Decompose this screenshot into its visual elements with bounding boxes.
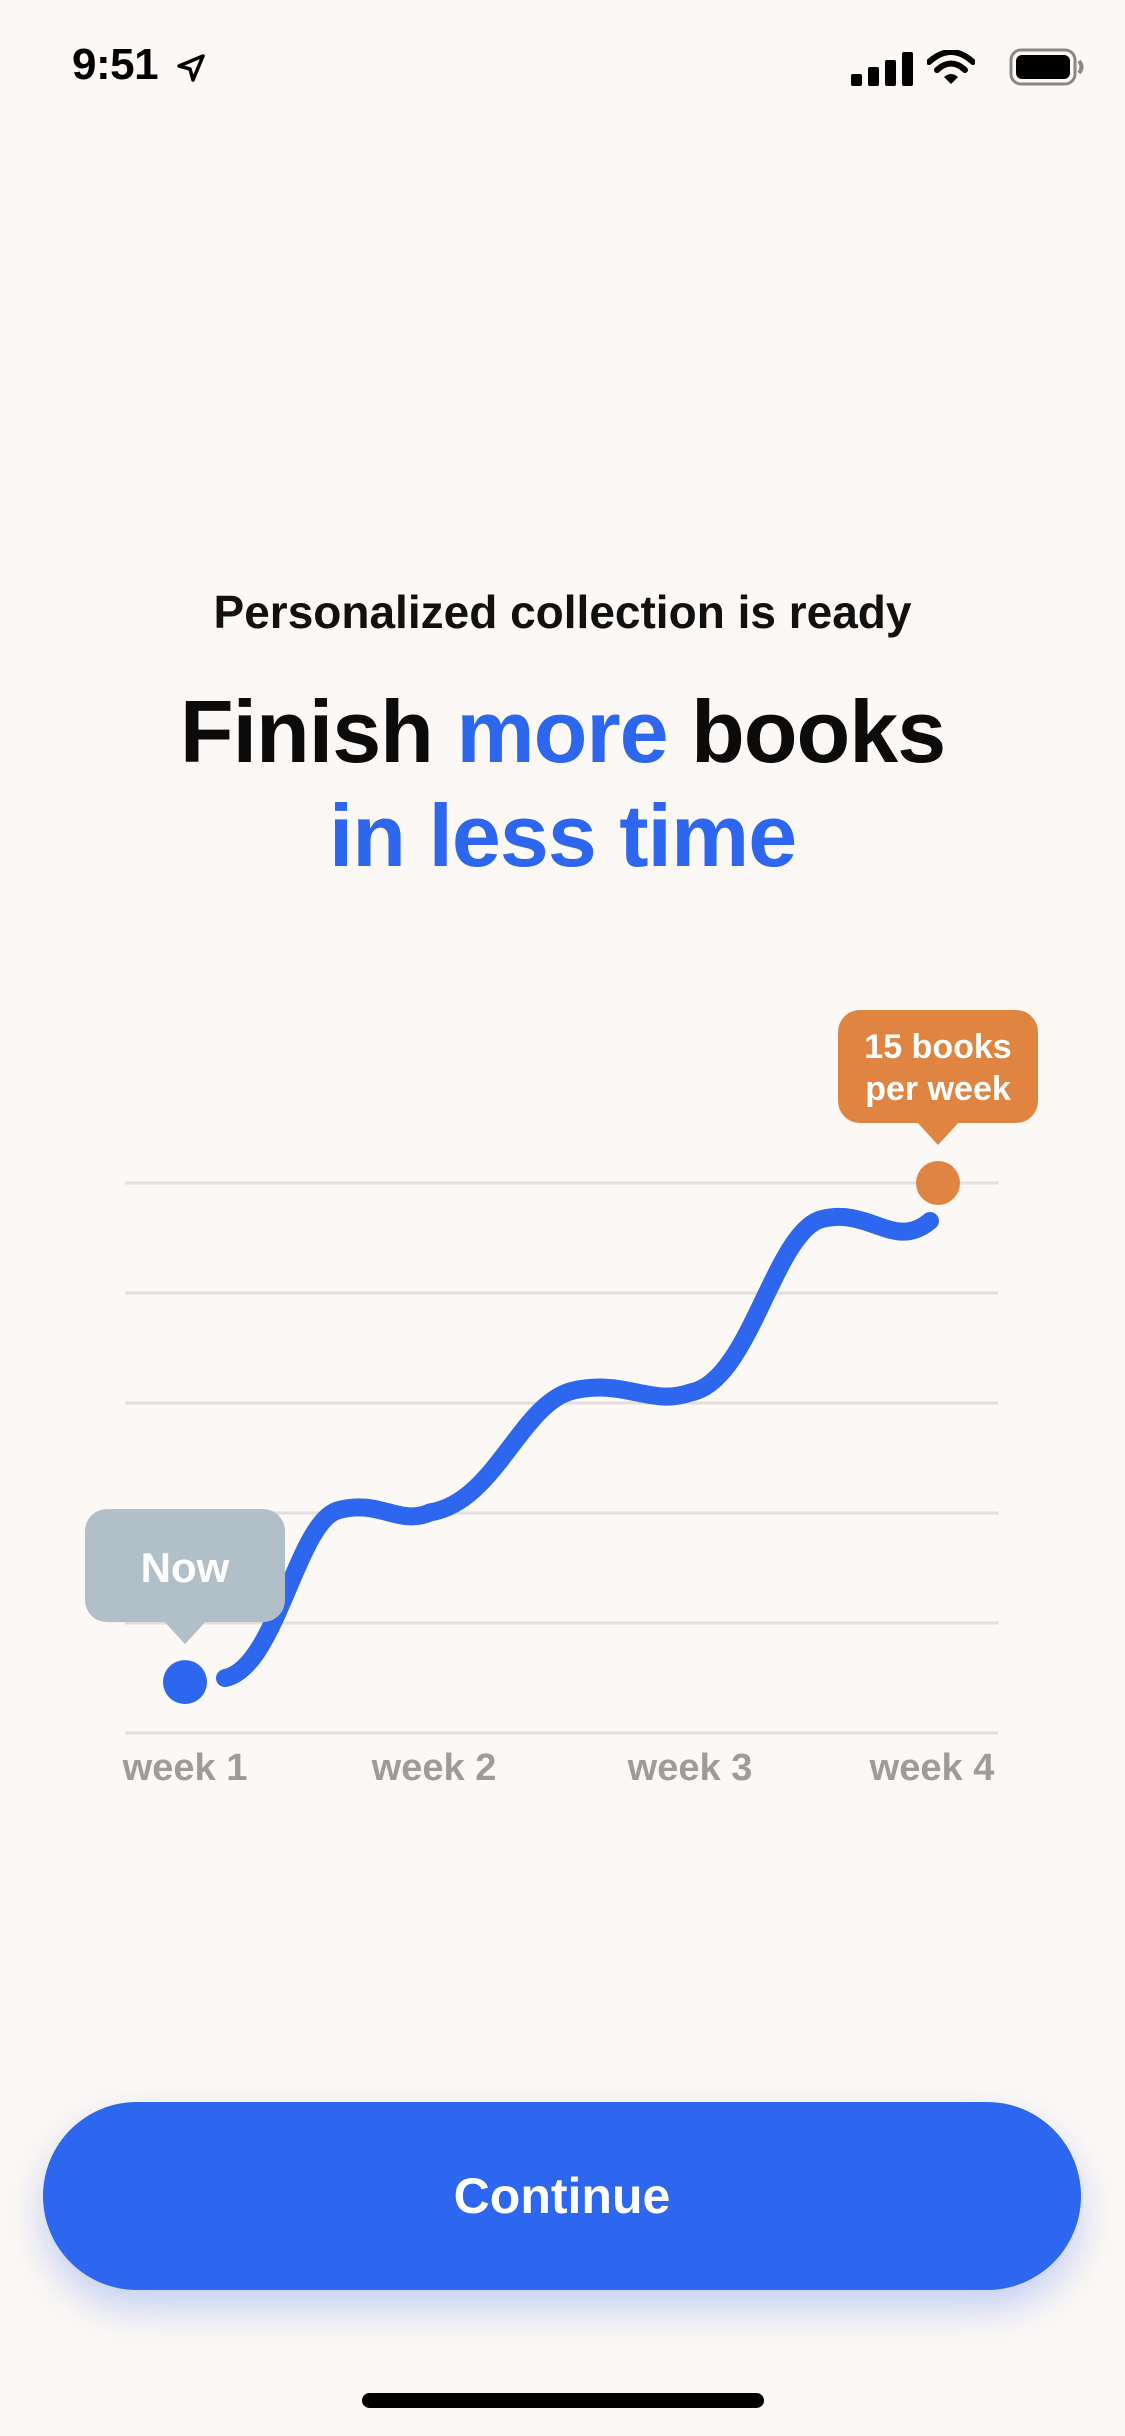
headline-word-books: books	[667, 682, 946, 781]
now-label: Now	[141, 1544, 230, 1591]
now-bubble-tail	[163, 1620, 207, 1645]
x-tick-label: week 4	[869, 1747, 995, 1789]
status-bar: 9:51	[0, 0, 1125, 132]
continue-button[interactable]: Continue	[43, 2102, 1081, 2290]
x-tick-label: week 3	[627, 1747, 753, 1789]
progress-chart: Now 15 books per week week 1 week 2 week 3 wee…	[85, 1010, 1038, 1789]
cellular-signal-icon	[851, 52, 913, 86]
wifi-icon	[927, 50, 975, 84]
goal-label-line: per week	[865, 1070, 1011, 1108]
headline-line-1: Finish more books	[0, 680, 1125, 784]
goal-label-line: 15 books	[864, 1028, 1011, 1066]
data-point-goal	[916, 1161, 960, 1205]
headline-word-finish: Finish	[179, 682, 457, 781]
x-tick-label: week 2	[371, 1747, 497, 1789]
home-indicator	[362, 2393, 764, 2408]
subtitle: Personalized collection is ready	[213, 586, 912, 638]
series-line	[216, 1207, 939, 1688]
data-point-start	[163, 1660, 207, 1705]
battery-icon	[1009, 48, 1084, 86]
x-tick-label: week 1	[122, 1747, 248, 1789]
status-time: 9:51	[72, 40, 159, 89]
goal-bubble-tail	[916, 1121, 960, 1145]
location-arrow-icon	[177, 54, 205, 82]
headline-line-2: in less time	[328, 786, 797, 885]
page-title: Finish more books in less time	[0, 680, 1125, 888]
headline-word-more: more	[456, 682, 668, 781]
